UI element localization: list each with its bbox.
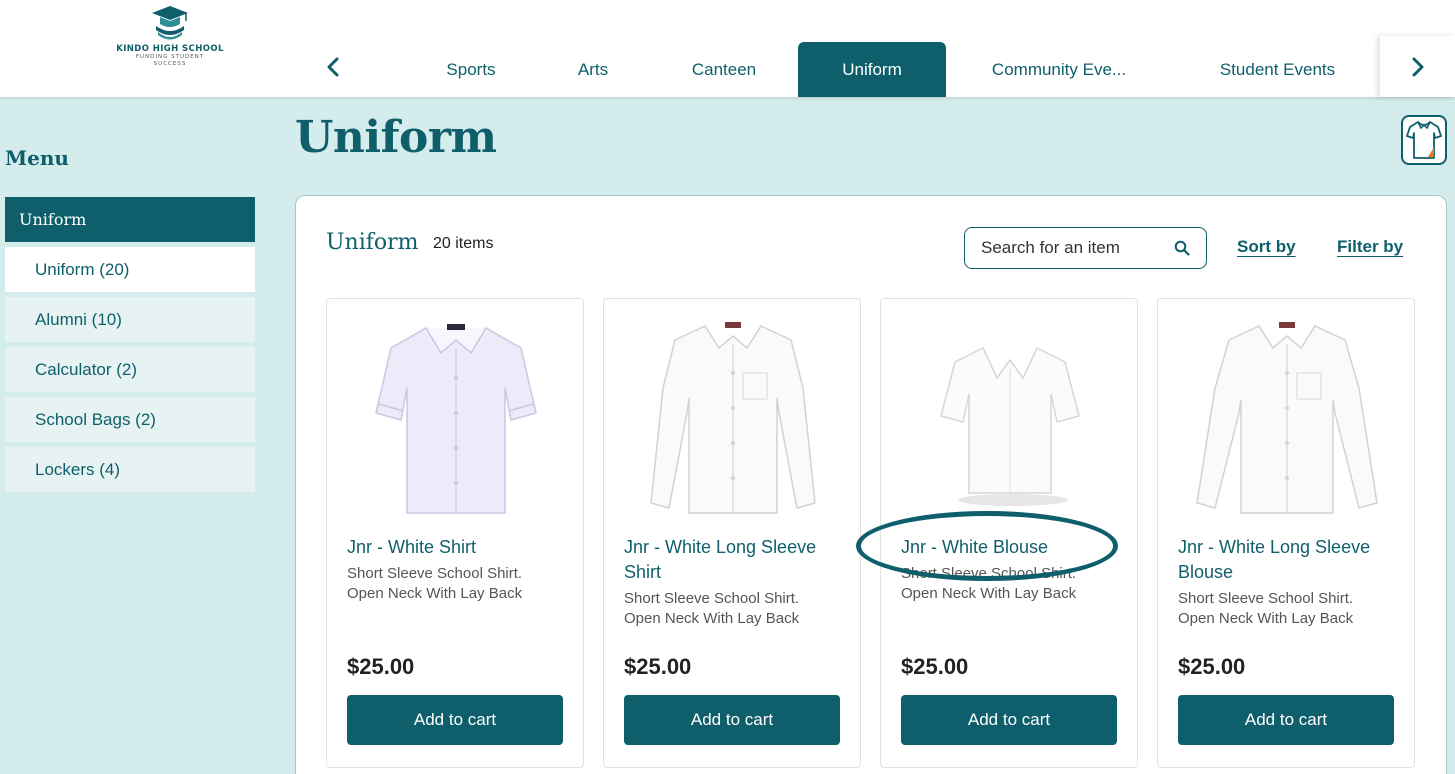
sidebar-category-header: Uniform [5, 197, 255, 242]
search-placeholder: Search for an item [981, 238, 1120, 257]
tab-student-events[interactable]: Student Events [1190, 42, 1365, 97]
logo-tagline-line-1: FUNDING STUDENT [135, 54, 205, 60]
search-input[interactable]: Search for an item [964, 227, 1207, 269]
product-name[interactable]: Jnr - White Shirt [347, 535, 567, 560]
product-price: $25.00 [347, 654, 415, 679]
product-name[interactable]: Jnr - White Long Sleeve Blouse [1178, 535, 1398, 585]
sidebar-item-school-bags[interactable]: School Bags (2) [5, 397, 255, 442]
tab-community-events[interactable]: Community Eve... [968, 42, 1150, 97]
panel-title: Uniform [326, 230, 419, 255]
top-header: KINDO HIGH SCHOOL FUNDING STUDENT SUCCES… [0, 0, 1455, 97]
page-title: Uniform [295, 112, 497, 163]
product-description: Short Sleeve School Shirt. Open Neck Wit… [347, 565, 523, 602]
product-card[interactable]: Jnr - White Blouse Short Sleeve School S… [880, 298, 1138, 768]
product-image-blouse[interactable] [901, 313, 1119, 523]
product-price: $25.00 [624, 654, 692, 679]
product-name[interactable]: Jnr - White Long Sleeve Shirt [624, 535, 844, 585]
tab-arts[interactable]: Arts [548, 42, 638, 97]
sidebar-menu-title: Menu [5, 146, 69, 170]
add-to-cart-button[interactable]: Add to cart [901, 695, 1117, 745]
school-logo[interactable]: KINDO HIGH SCHOOL FUNDING STUDENT SUCCES… [110, 4, 230, 74]
add-to-cart-button[interactable]: Add to cart [347, 695, 563, 745]
cart-button[interactable] [1401, 115, 1447, 165]
add-to-cart-button[interactable]: Add to cart [1178, 695, 1394, 745]
filter-by-button[interactable]: Filter by [1337, 237, 1403, 257]
product-card[interactable]: Jnr - White Long Sleeve Shirt Short Slee… [603, 298, 861, 768]
add-to-cart-button[interactable]: Add to cart [624, 695, 840, 745]
product-panel: Uniform 20 items Search for an item Sort… [295, 195, 1447, 774]
chevron-right-icon [1412, 57, 1423, 76]
product-card[interactable]: Jnr - White Shirt Short Sleeve School Sh… [326, 298, 584, 768]
item-count: 20 items [433, 235, 494, 252]
product-price: $25.00 [901, 654, 969, 679]
logo-tagline-line-2: SUCCESS [153, 61, 187, 67]
product-description: Short Sleeve School Shirt. Open Neck Wit… [1178, 590, 1354, 627]
product-image-short-sleeve-shirt[interactable] [347, 313, 565, 523]
product-card[interactable]: Jnr - White Long Sleeve Blouse Short Sle… [1157, 298, 1415, 768]
product-price: $25.00 [1178, 654, 1246, 679]
graduation-cap-icon [152, 6, 188, 40]
sidebar-item-calculator[interactable]: Calculator (2) [5, 347, 255, 392]
sidebar-item-uniform[interactable]: Uniform (20) [5, 247, 255, 292]
product-image-long-sleeve-shirt[interactable] [624, 313, 842, 523]
product-name[interactable]: Jnr - White Blouse [901, 535, 1121, 560]
tab-sports[interactable]: Sports [415, 42, 527, 97]
product-image-long-sleeve-blouse[interactable] [1178, 313, 1396, 523]
nav-scroll-right-button[interactable] [1380, 36, 1455, 97]
product-description: Short Sleeve School Shirt. Open Neck Wit… [624, 590, 800, 627]
sort-by-button[interactable]: Sort by [1237, 237, 1296, 257]
tab-uniform[interactable]: Uniform [798, 42, 946, 97]
logo-school-name: KINDO HIGH SCHOOL [116, 44, 224, 54]
chevron-left-icon [327, 57, 339, 77]
tab-canteen[interactable]: Canteen [664, 42, 784, 97]
search-icon[interactable] [1174, 240, 1190, 256]
shirt-cart-icon [1406, 121, 1442, 159]
nav-scroll-left-button[interactable] [318, 50, 348, 84]
sidebar-item-alumni[interactable]: Alumni (10) [5, 297, 255, 342]
sidebar-item-lockers[interactable]: Lockers (4) [5, 447, 255, 492]
product-description: Short Sleeve School Shirt. Open Neck Wit… [901, 565, 1077, 602]
